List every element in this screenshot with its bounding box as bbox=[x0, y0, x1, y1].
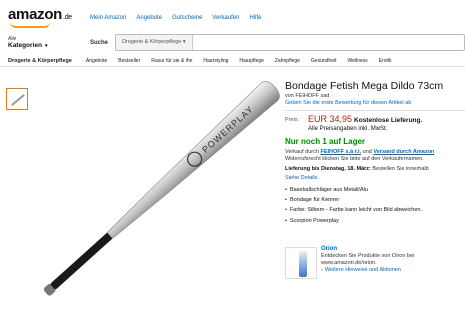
subnav-item[interactable]: Rasur für sie & ihn bbox=[151, 58, 192, 64]
more-info-link[interactable]: Weitere Hinweise und Aktionen bbox=[321, 267, 401, 273]
product-thumbnail[interactable] bbox=[6, 88, 28, 110]
nav-verkaufen[interactable]: Verkaufen bbox=[212, 15, 239, 21]
feature-bullet: Farbe: Silbern - Farbe kann leicht von B… bbox=[285, 207, 422, 213]
seller-link[interactable]: FEIHOFF s.à r.l. bbox=[320, 149, 361, 155]
price-value: EUR 34,95 bbox=[308, 114, 353, 124]
seller-info: Verkauf durch FEIHOFF s.à r.l. und Versa… bbox=[285, 149, 434, 155]
subnav-item[interactable]: Haarstyling bbox=[203, 58, 228, 64]
feature-bullet: Bondage für Kenner bbox=[285, 197, 422, 203]
brand-store-link[interactable]: www.amazon.de/orion. bbox=[321, 260, 377, 266]
search-category-dropdown[interactable]: Drogerie & Körperpflege ▾ bbox=[116, 35, 193, 50]
price-note: Alle Preisangaben inkl. MwSt. bbox=[308, 126, 388, 132]
subnav-item[interactable]: Haarpflege bbox=[239, 58, 263, 64]
nav-angebote[interactable]: Angebote bbox=[136, 15, 162, 21]
logo-smile-icon bbox=[10, 22, 50, 28]
delivery-rest: Bestellen Sie innerhalb bbox=[372, 166, 429, 172]
subnav-item[interactable]: Angebote bbox=[86, 58, 107, 64]
bat-grip bbox=[50, 232, 113, 290]
divider bbox=[285, 110, 465, 111]
chevron-down-icon: ▾ bbox=[44, 43, 48, 49]
header: amazon.de Mein Amazon Angebote Gutschein… bbox=[0, 0, 465, 58]
nav-gutscheine[interactable]: Gutscheine bbox=[172, 15, 202, 21]
subnav-item[interactable]: Gesundheit bbox=[311, 58, 337, 64]
search-label: Suche bbox=[90, 40, 109, 46]
bat-thumbnail-icon bbox=[11, 94, 25, 106]
product-image[interactable]: POWERPLAY bbox=[34, 78, 284, 308]
subnav-item[interactable]: Zahnpflege bbox=[275, 58, 300, 64]
category-menu[interactable]: Alle Kategorien ▾ bbox=[8, 36, 47, 49]
brand-name-link[interactable]: Orion bbox=[321, 246, 337, 252]
stock-status: Nur noch 1 auf Lager bbox=[285, 137, 366, 146]
amazon-logo[interactable]: amazon.de bbox=[8, 6, 72, 23]
category-label: Kategorien bbox=[8, 42, 42, 49]
product-title: Bondage Fetish Mega Dildo 73cm bbox=[285, 80, 444, 92]
chevron-down-icon: ▾ bbox=[182, 39, 186, 45]
seller-prefix: Verkauf durch bbox=[285, 149, 319, 155]
free-shipping: Kostenlose Lieferung. bbox=[354, 117, 423, 124]
details-link[interactable]: Siehe Details. bbox=[285, 175, 319, 181]
lubricant-tube-icon bbox=[299, 251, 307, 277]
nav-mein-amazon[interactable]: Mein Amazon bbox=[90, 15, 126, 21]
nav-hilfe[interactable]: Hilfe bbox=[249, 15, 261, 21]
bat-brand-text: POWERPLAY bbox=[200, 104, 255, 155]
returns-note: Widerrufsrecht klicken Sie bitte auf den… bbox=[285, 156, 424, 162]
search-category-value: Drogerie & Körperpflege bbox=[122, 39, 182, 45]
bat-barrel bbox=[106, 81, 280, 239]
subnav-item[interactable]: Wellness bbox=[347, 58, 367, 64]
search-input[interactable]: Drogerie & Körperpflege ▾ bbox=[115, 34, 465, 51]
write-review-link[interactable]: Geben Sie die erste Bewertung für diesen… bbox=[285, 100, 411, 106]
top-nav: Mein Amazon Angebote Gutscheine Verkaufe… bbox=[90, 15, 271, 21]
price-label: Preis: bbox=[285, 117, 300, 123]
delivery-info: Lieferung bis Dienstag, 18. März: Bestel… bbox=[285, 166, 429, 172]
product-brand[interactable]: von FEIHOFF sad bbox=[285, 93, 329, 99]
subnav-category[interactable]: Drogerie & Körperpflege bbox=[8, 58, 72, 64]
delivery-date: Lieferung bis Dienstag, 18. März: bbox=[285, 166, 371, 172]
brand-product-image[interactable] bbox=[285, 247, 317, 279]
feature-bullet: Scorpion Powerplay bbox=[285, 218, 422, 224]
brand-description: Entdecken Sie Produkte von Orion bei www.… bbox=[321, 253, 414, 267]
price-row: EUR 34,95 Kostenlose Lieferung. bbox=[308, 114, 422, 124]
feature-list: Baseballschläger aus Metall/Alu Bondage … bbox=[285, 187, 422, 228]
brand-line-1: Entdecken Sie Produkte von Orion bei bbox=[321, 253, 415, 259]
subnav-item[interactable]: Bestseller bbox=[118, 58, 140, 64]
subnav-item[interactable]: Erotik bbox=[379, 58, 392, 64]
feature-bullet: Baseballschläger aus Metall/Alu bbox=[285, 187, 422, 193]
shipping-prefix: und bbox=[362, 149, 372, 155]
sub-nav: Drogerie & Körperpflege Angebote Bestsel… bbox=[0, 56, 465, 67]
fulfilled-by-link[interactable]: Versand durch Amazon bbox=[373, 149, 434, 155]
